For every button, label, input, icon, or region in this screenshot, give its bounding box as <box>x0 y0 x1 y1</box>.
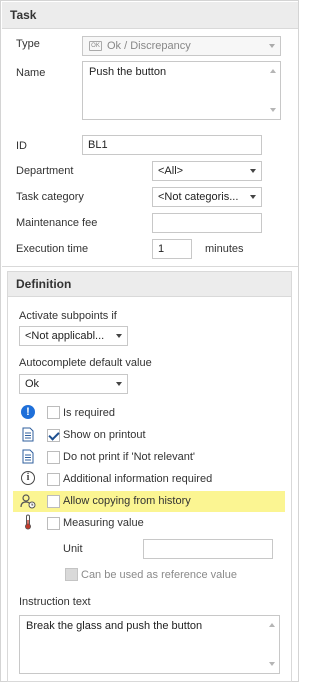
maintenance-fee-label: Maintenance fee <box>16 217 98 229</box>
instruction-text-label: Instruction text <box>19 596 91 608</box>
scroll-up-icon[interactable] <box>270 69 276 73</box>
autocomplete-combo[interactable]: Ok <box>19 374 128 394</box>
do-not-print-checkbox[interactable] <box>47 451 60 464</box>
instruction-text-value: Break the glass and push the button <box>26 620 203 632</box>
execution-time-field[interactable]: 1 <box>152 239 192 259</box>
task-section-header[interactable]: Task <box>2 2 298 29</box>
history-person-icon <box>20 493 36 509</box>
allow-copying-history-checkbox[interactable] <box>47 495 60 508</box>
name-value: Push the button <box>89 66 167 78</box>
reference-value-label: Can be used as reference value <box>81 569 237 581</box>
id-label: ID <box>16 140 27 152</box>
section-divider <box>2 266 298 267</box>
autocomplete-value: Ok <box>25 378 40 390</box>
definition-section-title: Definition <box>16 277 72 291</box>
id-field[interactable]: BL1 <box>82 135 262 155</box>
type-combo[interactable]: OK Ok / Discrepancy <box>82 36 281 56</box>
unit-label: Unit <box>63 543 83 555</box>
definition-section-header[interactable]: Definition <box>8 272 291 297</box>
document-icon <box>22 427 34 442</box>
scroll-up-icon[interactable] <box>269 623 275 627</box>
autocomplete-label: Autocomplete default value <box>19 357 152 369</box>
department-combo[interactable]: <All> <box>152 161 262 181</box>
thermometer-icon <box>23 514 33 530</box>
scroll-down-icon[interactable] <box>270 108 276 112</box>
allow-copying-history-label: Allow copying from history <box>63 495 191 507</box>
instruction-text-field[interactable]: Break the glass and push the button <box>19 615 280 674</box>
department-value: <All> <box>158 165 184 177</box>
type-label: Type <box>16 38 40 50</box>
unit-field[interactable] <box>143 539 273 559</box>
task-category-value: <Not categoris... <box>158 191 239 203</box>
is-required-checkbox[interactable] <box>47 406 60 419</box>
task-category-combo[interactable]: <Not categoris... <box>152 187 262 207</box>
is-required-label: Is required <box>63 407 115 419</box>
show-on-printout-label: Show on printout <box>63 429 146 441</box>
show-on-printout-checkbox[interactable] <box>47 429 60 442</box>
measuring-value-checkbox[interactable] <box>47 517 60 530</box>
activate-subpoints-label: Activate subpoints if <box>19 310 117 322</box>
activate-subpoints-value: <Not applicabl... <box>25 330 105 342</box>
reference-value-checkbox[interactable] <box>65 568 78 581</box>
execution-time-label: Execution time <box>16 243 89 255</box>
chevron-down-icon <box>116 382 122 386</box>
additional-info-label: Additional information required <box>63 473 213 485</box>
task-form-panel: Task Type OK Ok / Discrepancy Name Push … <box>0 0 299 682</box>
info-icon: i <box>21 471 35 485</box>
additional-info-checkbox[interactable] <box>47 473 60 486</box>
ok-badge-icon: OK <box>89 41 102 51</box>
name-label: Name <box>16 67 46 79</box>
do-not-print-label: Do not print if 'Not relevant' <box>63 451 195 463</box>
name-field[interactable]: Push the button <box>82 61 281 120</box>
scroll-down-icon[interactable] <box>269 662 275 666</box>
type-value: Ok / Discrepancy <box>107 40 191 52</box>
task-section-title: Task <box>10 8 37 22</box>
chevron-down-icon <box>250 169 256 173</box>
task-category-label: Task category <box>16 191 84 203</box>
maintenance-fee-field[interactable] <box>152 213 262 233</box>
document-icon <box>22 449 34 464</box>
chevron-down-icon <box>250 195 256 199</box>
chevron-down-icon <box>269 44 275 48</box>
measuring-value-label: Measuring value <box>63 517 144 529</box>
chevron-down-icon <box>116 334 122 338</box>
exclamation-icon: ! <box>21 405 35 419</box>
department-label: Department <box>16 165 74 177</box>
activate-subpoints-combo[interactable]: <Not applicabl... <box>19 326 128 346</box>
execution-time-unit: minutes <box>205 243 244 255</box>
